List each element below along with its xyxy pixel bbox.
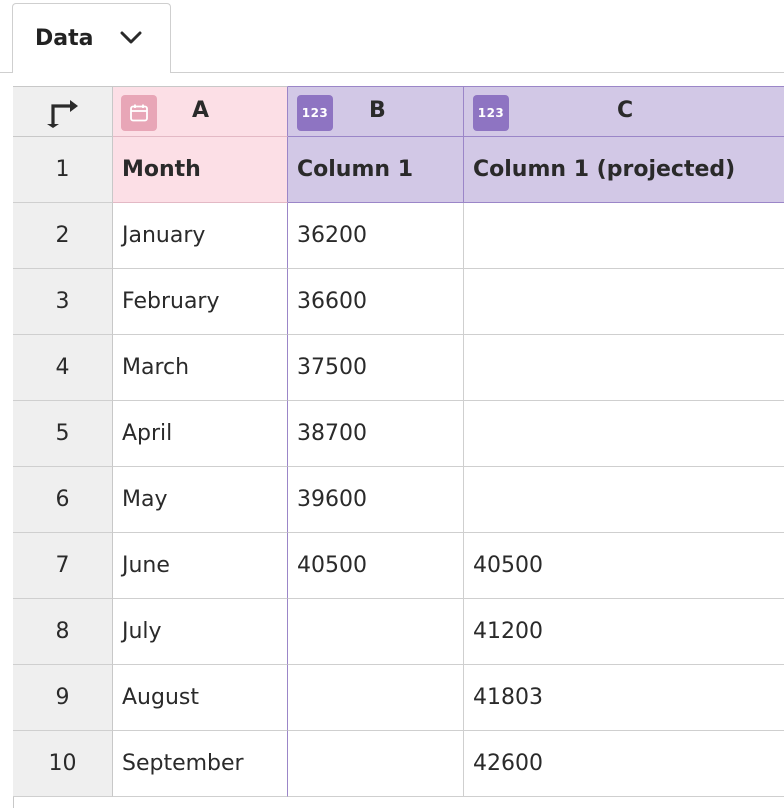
cell-c3[interactable] (464, 269, 784, 335)
cell-a7[interactable]: June (113, 533, 288, 599)
cell-text: 36600 (297, 289, 367, 314)
cell-text: February (122, 289, 220, 314)
chevron-down-icon[interactable] (119, 30, 143, 46)
column-type-number-button[interactable]: 123 (473, 95, 509, 131)
row-number[interactable]: 8 (13, 599, 113, 665)
row-number[interactable]: 2 (13, 203, 113, 269)
cell-b3[interactable]: 36600 (288, 269, 464, 335)
cell-text: Column 1 (projected) (473, 157, 736, 182)
data-grid: A 123 B 123 C 1 Month Column 1 Column 1 … (13, 86, 784, 808)
tab-data[interactable]: Data (12, 3, 171, 73)
cell-b5[interactable]: 38700 (288, 401, 464, 467)
cell-c9[interactable]: 41803 (464, 665, 784, 731)
cell-a9[interactable]: August (113, 665, 288, 731)
cell-c7[interactable]: 40500 (464, 533, 784, 599)
table-row: 8 July 41200 (13, 599, 784, 665)
column-header-b[interactable]: 123 B (288, 86, 464, 137)
column-letter-b: B (369, 98, 386, 123)
cell-a5[interactable]: April (113, 401, 288, 467)
table-row: 4 March 37500 (13, 335, 784, 401)
row-number[interactable]: 7 (13, 533, 113, 599)
table-row: 7 June 40500 40500 (13, 533, 784, 599)
row-number[interactable]: 4 (13, 335, 113, 401)
row-number[interactable]: 6 (13, 467, 113, 533)
cell-text: September (122, 751, 244, 776)
cell-b4[interactable]: 37500 (288, 335, 464, 401)
cell-text: 40500 (473, 553, 543, 578)
cell-c6[interactable] (464, 467, 784, 533)
cell-text: 41200 (473, 619, 543, 644)
cell-text: June (122, 553, 170, 578)
cell-c10[interactable]: 42600 (464, 731, 784, 797)
cell-c8[interactable]: 41200 (464, 599, 784, 665)
cell-b6[interactable]: 39600 (288, 467, 464, 533)
cell-c4[interactable] (464, 335, 784, 401)
cell-a10[interactable]: September (113, 731, 288, 797)
column-letter-a: A (192, 98, 210, 123)
cell-text: March (122, 355, 190, 380)
tab-bar: Data (0, 0, 784, 86)
column-type-date-button[interactable] (121, 95, 157, 131)
column-header-c[interactable]: 123 C (464, 86, 784, 137)
tab-label: Data (35, 26, 94, 51)
table-row: 3 February 36600 (13, 269, 784, 335)
row-number[interactable]: 5 (13, 401, 113, 467)
cell-b7[interactable]: 40500 (288, 533, 464, 599)
cell-text: Month (122, 157, 201, 182)
table-row: 1 Month Column 1 Column 1 (projected) (13, 137, 784, 203)
column-type-number-button[interactable]: 123 (297, 95, 333, 131)
cell-b2[interactable]: 36200 (288, 203, 464, 269)
cell-text: 37500 (297, 355, 367, 380)
table-row: 2 January 36200 (13, 203, 784, 269)
cell-text: 40500 (297, 553, 367, 578)
cell-a6[interactable]: May (113, 467, 288, 533)
column-letter-c: C (617, 98, 634, 123)
cell-a2[interactable]: January (113, 203, 288, 269)
row-number[interactable]: 9 (13, 665, 113, 731)
cell-text: 39600 (297, 487, 367, 512)
cell-text: 41803 (473, 685, 543, 710)
cell-text: May (122, 487, 168, 512)
cell-c5[interactable] (464, 401, 784, 467)
table-row: 5 April 38700 (13, 401, 784, 467)
cell-a3[interactable]: February (113, 269, 288, 335)
cell-a1[interactable]: Month (113, 137, 288, 203)
transpose-arrow-icon[interactable] (47, 97, 79, 129)
table-row: 9 August 41803 (13, 665, 784, 731)
cell-b8[interactable] (288, 599, 464, 665)
cell-text: Column 1 (297, 157, 414, 182)
row-number[interactable]: 1 (13, 137, 113, 203)
cell-b1[interactable]: Column 1 (288, 137, 464, 203)
cell-b10[interactable] (288, 731, 464, 797)
table-row: 10 September 42600 (13, 731, 784, 797)
cell-text: January (122, 223, 206, 248)
table-row: 6 May 39600 (13, 467, 784, 533)
row-number[interactable]: 10 (13, 731, 113, 797)
cell-text: 42600 (473, 751, 543, 776)
cell-text: 36200 (297, 223, 367, 248)
cell-text: April (122, 421, 173, 446)
cell-b9[interactable] (288, 665, 464, 731)
cell-c1[interactable]: Column 1 (projected) (464, 137, 784, 203)
row-number[interactable]: 3 (13, 269, 113, 335)
cell-text: 38700 (297, 421, 367, 446)
column-header-a[interactable]: A (113, 86, 288, 137)
cell-a8[interactable]: July (113, 599, 288, 665)
cell-text: August (122, 685, 199, 710)
cell-c2[interactable] (464, 203, 784, 269)
corner-cell[interactable] (13, 86, 113, 137)
cell-a4[interactable]: March (113, 335, 288, 401)
calendar-icon (130, 104, 148, 122)
cell-text: July (122, 619, 162, 644)
